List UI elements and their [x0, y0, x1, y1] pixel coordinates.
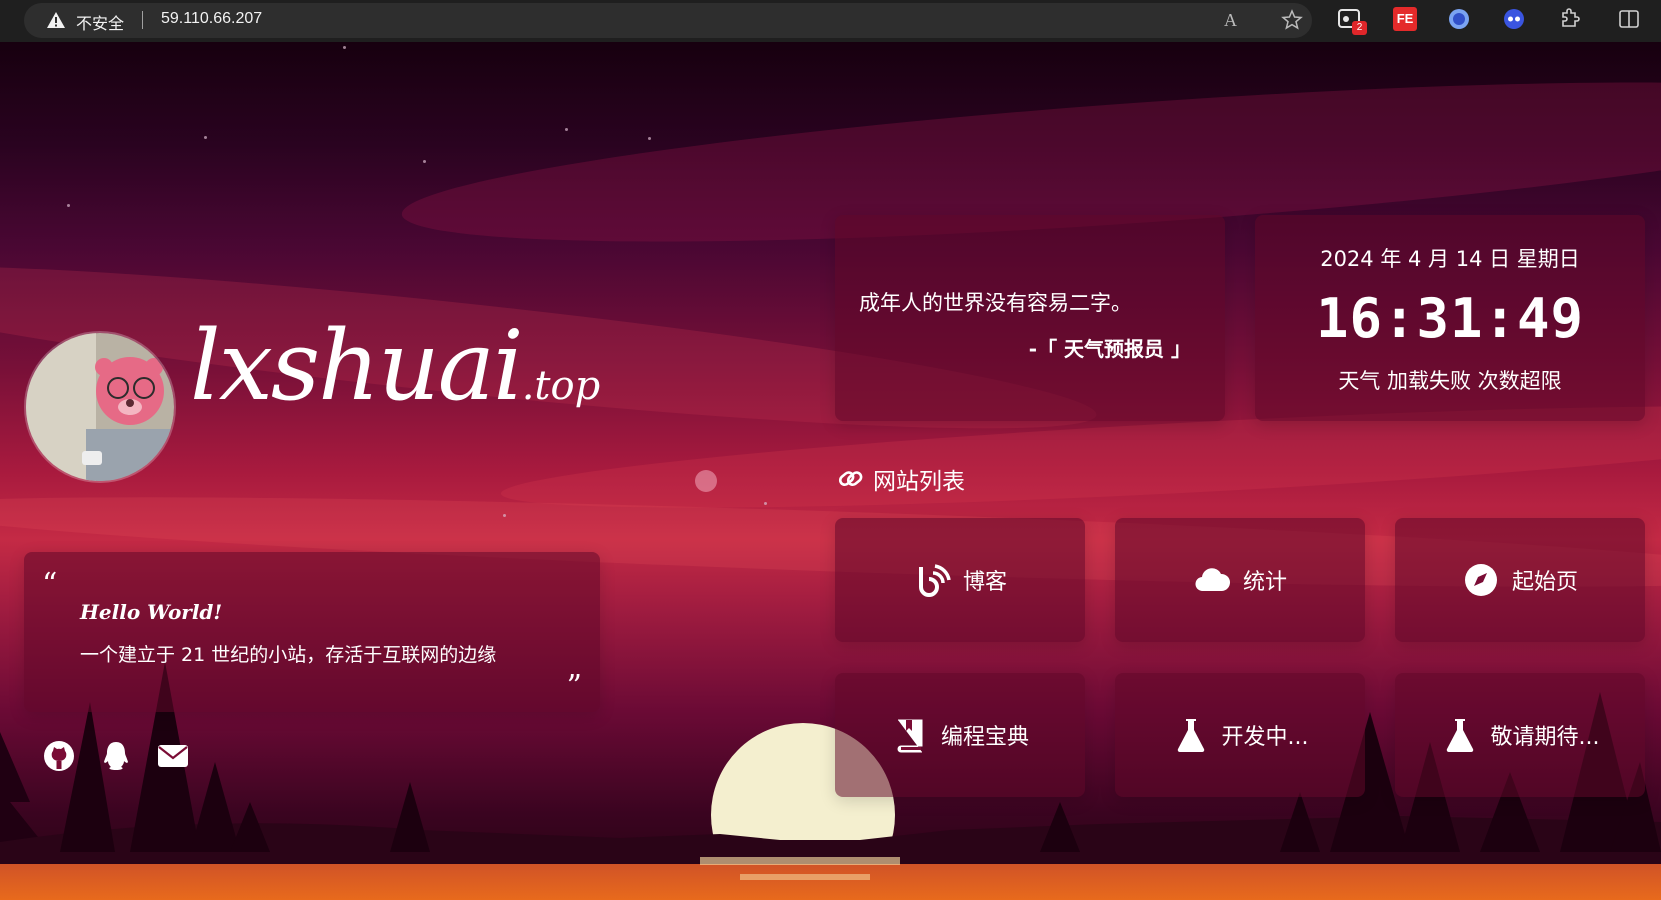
link-coding-guide[interactable]: 编程宝典	[835, 673, 1085, 797]
star	[343, 46, 346, 49]
star	[204, 136, 207, 139]
extensions-puzzle-icon[interactable]	[1558, 7, 1582, 31]
compass-icon	[1464, 564, 1497, 596]
star	[503, 514, 506, 517]
star	[648, 137, 651, 140]
intro-card: “ Hello World! 一个建立于 21 世纪的小站，存活于互联网的边缘 …	[24, 552, 600, 712]
warning-icon[interactable]	[46, 11, 66, 29]
link-blog-label: 博客	[962, 570, 1007, 595]
book-icon	[897, 719, 923, 753]
address-bar[interactable]: 不安全 59.110.66.207 A	[24, 3, 1312, 38]
star	[423, 160, 426, 163]
github-icon[interactable]	[42, 739, 76, 773]
blog-icon	[918, 564, 951, 597]
open-quote-icon: “	[42, 567, 58, 602]
link-stats-label: 统计	[1242, 570, 1287, 595]
split-screen-icon[interactable]	[1617, 7, 1641, 31]
time-text: 16:31:49	[1315, 287, 1585, 350]
email-icon[interactable]	[156, 739, 190, 773]
star	[565, 128, 568, 131]
star	[67, 204, 70, 207]
link-stats[interactable]: 统计	[1115, 518, 1365, 642]
date-text: 2024 年 4 月 14 日 星期日	[1320, 247, 1580, 271]
address-divider	[142, 11, 143, 29]
avatar[interactable]	[24, 331, 176, 483]
close-quote-icon: ”	[566, 669, 582, 704]
link-icon	[838, 471, 863, 487]
site-title-main: lxshuai	[190, 310, 524, 422]
extension-badge: 2	[1352, 21, 1367, 35]
url-text[interactable]: 59.110.66.207	[161, 10, 262, 28]
cloud-icon	[1195, 568, 1230, 592]
flask-icon	[1177, 719, 1204, 753]
favorite-star-icon[interactable]	[1280, 8, 1304, 32]
link-in-development[interactable]: 开发中...	[1115, 673, 1365, 797]
extension-fe-icon[interactable]: FE	[1393, 7, 1417, 31]
link-coming-soon[interactable]: 敬请期待...	[1395, 673, 1645, 797]
weather-text: 天气 加载失败 次数超限	[1338, 369, 1562, 393]
links-section-title: 网站列表	[837, 462, 965, 496]
page-background: lxshuai.top “ Hello World! 一个建立于 21 世纪的小…	[0, 42, 1661, 900]
carousel-dot[interactable]	[695, 470, 717, 492]
link-coding-guide-label: 编程宝典	[940, 725, 1029, 750]
motto-text: 成年人的世界没有容易二字。	[859, 291, 1132, 315]
link-start-page[interactable]: 起始页	[1395, 518, 1645, 642]
intro-text: 一个建立于 21 世纪的小站，存活于互联网的边缘	[80, 644, 497, 666]
avatar-bear-photo	[26, 333, 174, 481]
browser-toolbar: 不安全 59.110.66.207 A 2 FE	[0, 0, 1661, 42]
site-title-tld: .top	[521, 363, 601, 409]
motto-card: 成年人的世界没有容易二字。 -「 天气预报员 」	[835, 215, 1225, 421]
star	[764, 502, 767, 505]
security-label[interactable]: 不安全	[76, 10, 124, 34]
greeting-text: Hello World!	[80, 600, 223, 624]
flask-icon	[1446, 719, 1473, 753]
read-aloud-icon[interactable]: A	[1224, 10, 1237, 31]
link-blog[interactable]: 博客	[835, 518, 1085, 642]
links-title-text: 网站列表	[873, 469, 965, 495]
clock-card: 2024 年 4 月 14 日 星期日 16:31:49 天气 加载失败 次数超…	[1255, 215, 1645, 421]
link-coming-soon-label: 敬请期待...	[1490, 725, 1600, 750]
qq-icon[interactable]	[99, 739, 133, 773]
link-start-page-label: 起始页	[1511, 570, 1578, 595]
extension-ghost-icon[interactable]	[1502, 7, 1526, 31]
site-title: lxshuai.top	[190, 318, 600, 414]
motto-source: -「 天气预报员 」	[1028, 337, 1191, 361]
link-in-development-label: 开发中...	[1221, 725, 1309, 750]
extension-ai-icon[interactable]	[1447, 7, 1471, 31]
